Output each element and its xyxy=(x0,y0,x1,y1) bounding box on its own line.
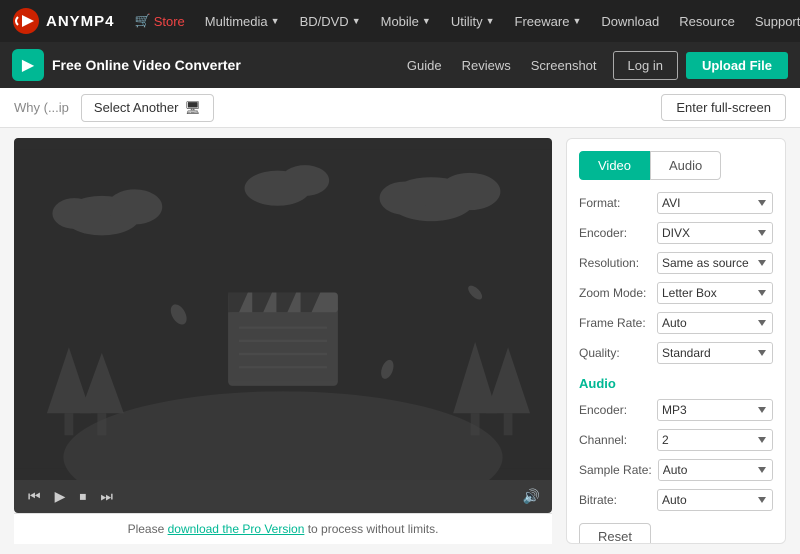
tab-audio[interactable]: Audio xyxy=(650,151,721,180)
top-nav: ANYMP4 🛒 Store Multimedia ▼ BD/DVD ▼ Mob… xyxy=(0,0,800,42)
samplerate-label: Sample Rate: xyxy=(579,463,652,477)
play-button[interactable]: ▶ xyxy=(53,486,68,507)
audio-encoder-label: Encoder: xyxy=(579,403,651,417)
resolution-row: Resolution: Same as source xyxy=(579,252,773,274)
monitor-icon: 🖥 xyxy=(184,100,201,116)
channel-row: Channel: 2 xyxy=(579,429,773,451)
bitrate-row: Bitrate: Auto xyxy=(579,489,773,511)
pro-version-link[interactable]: download the Pro Version xyxy=(168,522,305,536)
format-label: Format: xyxy=(579,196,651,210)
quality-select[interactable]: Standard xyxy=(657,342,773,364)
quality-label: Quality: xyxy=(579,346,651,360)
logo-icon xyxy=(12,7,40,35)
store-cart-icon: 🛒 xyxy=(135,13,151,29)
video-controls: ⏮ ▶ ⏹ ⏭ 🔊 xyxy=(14,480,552,513)
sub-login-button[interactable]: Log in xyxy=(613,51,678,80)
audio-section-title: Audio xyxy=(579,376,773,391)
tab-video[interactable]: Video xyxy=(579,151,650,180)
nav-download[interactable]: Download xyxy=(593,10,667,33)
select-another-button[interactable]: Select Another 🖥 xyxy=(81,94,214,122)
volume-icon: 🔊 xyxy=(523,488,540,505)
chevron-icon: ▼ xyxy=(572,16,581,26)
bottom-message: Please download the Pro Version to proce… xyxy=(14,513,552,544)
reviews-link[interactable]: Reviews xyxy=(462,58,511,73)
tab-row: Video Audio xyxy=(579,151,773,180)
nav-support[interactable]: Support xyxy=(747,10,800,33)
logo-area: ANYMP4 xyxy=(12,7,115,35)
reset-button[interactable]: Reset xyxy=(579,523,651,544)
main-content: ⏮ ▶ ⏹ ⏭ 🔊 Please download the Pro Versio… xyxy=(0,128,800,554)
sub-nav: ▶ Free Online Video Converter Guide Revi… xyxy=(0,42,800,88)
chevron-icon: ▼ xyxy=(486,16,495,26)
audio-encoder-row: Encoder: MP3 xyxy=(579,399,773,421)
encoder-video-row: Encoder: DIVX xyxy=(579,222,773,244)
encoder-video-select[interactable]: DIVX xyxy=(657,222,773,244)
nav-resource[interactable]: Resource xyxy=(671,10,743,33)
chevron-icon: ▼ xyxy=(422,16,431,26)
toolbar: Why (...ip Select Another 🖥 Enter full-s… xyxy=(0,88,800,128)
nav-utility[interactable]: Utility ▼ xyxy=(443,10,503,33)
video-section: ⏮ ▶ ⏹ ⏭ 🔊 Please download the Pro Versio… xyxy=(14,138,552,544)
framerate-row: Frame Rate: Auto xyxy=(579,312,773,334)
framerate-label: Frame Rate: xyxy=(579,316,651,330)
sub-nav-links: Guide Reviews Screenshot xyxy=(407,58,597,73)
nav-freeware[interactable]: Freeware ▼ xyxy=(507,10,590,33)
chevron-icon: ▼ xyxy=(352,16,361,26)
channel-label: Channel: xyxy=(579,433,651,447)
fullscreen-button[interactable]: Enter full-screen xyxy=(661,94,786,121)
nav-bddvd[interactable]: BD/DVD ▼ xyxy=(292,10,369,33)
format-row: Format: AVI xyxy=(579,192,773,214)
logo-text: ANYMP4 xyxy=(46,13,115,30)
encoder-video-label: Encoder: xyxy=(579,226,651,240)
format-select[interactable]: AVI xyxy=(657,192,773,214)
zoom-row: Zoom Mode: Letter Box xyxy=(579,282,773,304)
samplerate-row: Sample Rate: Auto xyxy=(579,459,773,481)
nav-store[interactable]: 🛒 Store xyxy=(127,9,193,33)
resolution-label: Resolution: xyxy=(579,256,651,270)
stop-button[interactable]: ⏹ xyxy=(77,486,88,507)
screenshot-link[interactable]: Screenshot xyxy=(531,58,597,73)
guide-link[interactable]: Guide xyxy=(407,58,442,73)
nav-multimedia[interactable]: Multimedia ▼ xyxy=(197,10,288,33)
settings-panel: Video Audio Format: AVI Encoder: DIVX Re… xyxy=(566,138,786,544)
nav-mobile[interactable]: Mobile ▼ xyxy=(373,10,439,33)
audio-encoder-select[interactable]: MP3 xyxy=(657,399,773,421)
why-text: Why (...ip xyxy=(14,100,69,115)
quality-row: Quality: Standard xyxy=(579,342,773,364)
bitrate-select[interactable]: Auto xyxy=(657,489,773,511)
app-logo-icon: ▶ xyxy=(12,49,44,81)
video-player xyxy=(14,138,552,480)
zoom-label: Zoom Mode: xyxy=(579,286,651,300)
video-placeholder xyxy=(14,138,552,480)
rewind-button[interactable]: ⏮ xyxy=(26,486,43,507)
chevron-icon: ▼ xyxy=(271,16,280,26)
app-name: Free Online Video Converter xyxy=(52,57,241,73)
resolution-select[interactable]: Same as source xyxy=(657,252,773,274)
bitrate-label: Bitrate: xyxy=(579,493,651,507)
forward-button[interactable]: ⏭ xyxy=(98,486,115,507)
upload-file-button[interactable]: Upload File xyxy=(686,52,788,79)
channel-select[interactable]: 2 xyxy=(657,429,773,451)
samplerate-select[interactable]: Auto xyxy=(658,459,773,481)
framerate-select[interactable]: Auto xyxy=(657,312,773,334)
sub-logo-area: ▶ Free Online Video Converter xyxy=(12,49,241,81)
zoom-select[interactable]: Letter Box xyxy=(657,282,773,304)
